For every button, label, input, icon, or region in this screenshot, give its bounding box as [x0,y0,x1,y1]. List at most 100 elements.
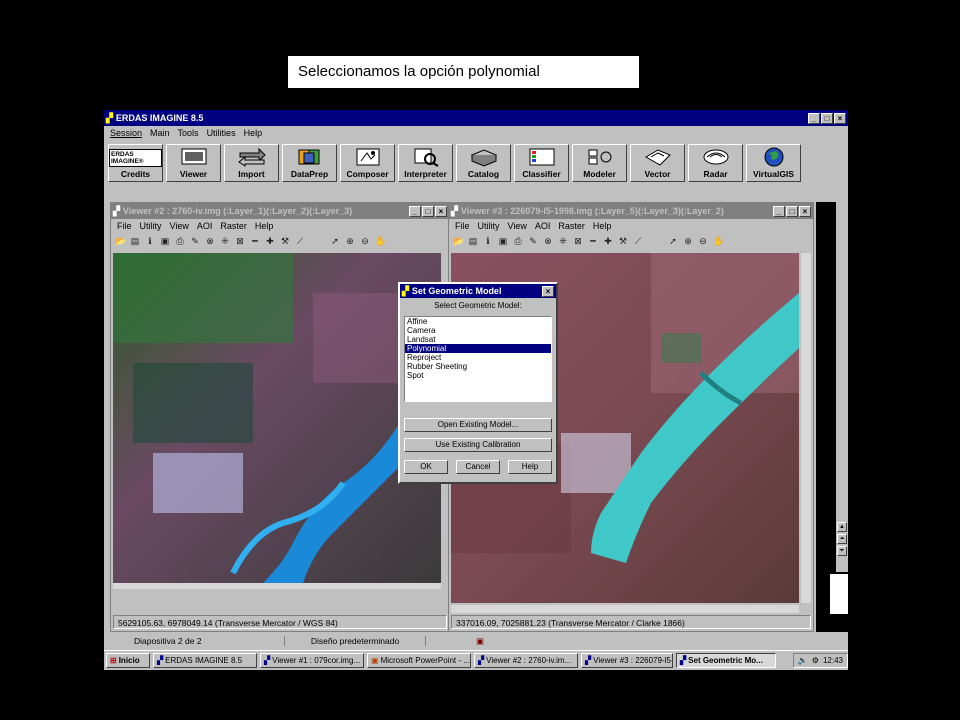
eraser-icon[interactable]: ✎ [528,236,538,246]
tool-composer[interactable]: Composer [340,144,395,182]
task-viewer2[interactable]: ▞ Viewer #2 : 2760-iv.im... [474,653,578,668]
fit-icon[interactable]: ⁜ [558,236,568,246]
folder-icon[interactable]: ▤ [130,236,140,246]
zoom-out-icon[interactable]: ⊖ [698,236,708,246]
model-option-spot[interactable]: Spot [405,371,551,380]
task-erdas[interactable]: ▞ ERDAS IMAGINE 8.5 [153,653,257,668]
viewer3-maximize-button[interactable]: □ [786,205,798,217]
pan-icon[interactable]: ✋ [713,236,724,246]
pan-icon[interactable]: ✋ [375,236,386,246]
viewer3-vscroll[interactable] [801,253,811,603]
viewer3-close-button[interactable]: × [799,205,811,217]
fit-icon[interactable]: ⁜ [220,236,230,246]
open-icon[interactable]: 📂 [453,236,464,246]
extent-icon[interactable]: ⊠ [235,236,245,246]
model-option-rubber-sheeting[interactable]: Rubber Sheeting [405,362,551,371]
model-option-camera[interactable]: Camera [405,326,551,335]
scroll-page-up-icon[interactable]: ⏶ [837,534,847,544]
folder-icon[interactable]: ▤ [468,236,478,246]
scroll-page-down-icon[interactable]: ⏷ [837,546,847,556]
menu-session[interactable]: Session [110,128,142,138]
viewer3-menu-help[interactable]: Help [593,221,612,231]
viewer2-menu-aoi[interactable]: AOI [197,221,213,231]
use-existing-calibration-button[interactable]: Use Existing Calibration [404,438,552,452]
hammer-icon[interactable]: ⚒ [618,236,628,246]
viewer2-close-button[interactable]: × [435,205,447,217]
open-icon[interactable]: 📂 [115,236,126,246]
tool-viewer[interactable]: Viewer [166,144,221,182]
zoom-out-icon[interactable]: ⊖ [360,236,370,246]
pointer-icon[interactable]: ➚ [668,236,678,246]
tool-vector[interactable]: Vector [630,144,685,182]
minimize-button[interactable]: _ [808,112,820,124]
menu-help[interactable]: Help [244,128,263,138]
info-icon[interactable]: ℹ [483,236,493,246]
eraser-icon[interactable]: ✎ [190,236,200,246]
close-button[interactable]: × [834,112,846,124]
model-option-polynomial[interactable]: Polynomial [405,344,551,353]
viewer2-menu-file[interactable]: File [117,221,132,231]
viewer2-hscroll[interactable] [113,583,441,589]
viewer2-menu-help[interactable]: Help [255,221,274,231]
layer-icon[interactable]: ⊗ [543,236,553,246]
menu-main[interactable]: Main [150,128,170,138]
tool-dataprep[interactable]: DataPrep [282,144,337,182]
hammer-icon[interactable]: ⚒ [280,236,290,246]
task-viewer3[interactable]: ▞ Viewer #3 : 226079-l5-... [581,653,673,668]
viewer2-menu-view[interactable]: View [170,221,189,231]
tool-credits[interactable]: ERDAS IMAGINE® Credits [108,144,163,182]
help-button[interactable]: Help [508,460,552,474]
tool-import[interactable]: Import [224,144,279,182]
volume-icon[interactable]: 🔈 [798,656,808,665]
menu-utilities[interactable]: Utilities [207,128,236,138]
tool-classifier[interactable]: Classifier [514,144,569,182]
print-icon[interactable]: ⎙ [175,236,185,246]
info-icon[interactable]: ℹ [145,236,155,246]
zoom-in-icon[interactable]: ⊕ [345,236,355,246]
viewer3-menu-file[interactable]: File [455,221,470,231]
viewer3-menu-aoi[interactable]: AOI [535,221,551,231]
zoom-in-icon[interactable]: ⊕ [683,236,693,246]
crosshair-icon[interactable]: ✚ [265,236,275,246]
viewer3-hscroll[interactable] [451,605,799,613]
viewer2-menu-raster[interactable]: Raster [220,221,247,231]
viewer3-minimize-button[interactable]: _ [773,205,785,217]
pointer-icon[interactable]: ➚ [330,236,340,246]
ppt-vscroll[interactable]: ▲ ⏶ ⏷ [836,202,848,572]
layer-icon[interactable]: ⊗ [205,236,215,246]
viewer3-menu-utility[interactable]: Utility [478,221,500,231]
profile-icon[interactable]: ⟋ [295,236,305,246]
open-existing-model-button[interactable]: Open Existing Model... [404,418,552,432]
dialog-close-button[interactable]: × [542,285,554,297]
tool-catalog[interactable]: Catalog [456,144,511,182]
tool-interpreter[interactable]: Interpreter [398,144,453,182]
viewer2-maximize-button[interactable]: □ [422,205,434,217]
save-icon[interactable]: ▣ [160,236,170,246]
extent-icon[interactable]: ⊠ [573,236,583,246]
start-button[interactable]: ⊞ Inicio [106,653,150,668]
viewer2-menu-utility[interactable]: Utility [140,221,162,231]
maximize-button[interactable]: □ [821,112,833,124]
scroll-up-icon[interactable]: ▲ [837,522,847,532]
menu-tools[interactable]: Tools [178,128,199,138]
ok-button[interactable]: OK [404,460,448,474]
model-option-reproject[interactable]: Reproject [405,353,551,362]
profile-icon[interactable]: ⟋ [633,236,643,246]
tool-modeler[interactable]: Modeler [572,144,627,182]
viewer3-menu-raster[interactable]: Raster [558,221,585,231]
tool-radar[interactable]: Radar [688,144,743,182]
task-powerpoint[interactable]: ▣ Microsoft PowerPoint - ... [367,653,471,668]
tray-app-icon[interactable]: ⚙ [812,656,819,665]
model-option-landsat[interactable]: Landsat [405,335,551,344]
tool-virtualgis[interactable]: VirtualGIS [746,144,801,182]
task-viewer1[interactable]: ▞ Viewer #1 : 079cor.img... [260,653,364,668]
cancel-button[interactable]: Cancel [456,460,500,474]
viewer2-image[interactable] [113,253,441,583]
viewer2-minimize-button[interactable]: _ [409,205,421,217]
measure-icon[interactable]: ━ [250,236,260,246]
print-icon[interactable]: ⎙ [513,236,523,246]
save-icon[interactable]: ▣ [498,236,508,246]
crosshair-icon[interactable]: ✚ [603,236,613,246]
model-listbox[interactable]: Affine Camera Landsat Polynomial Reproject Ru… [404,316,552,402]
measure-icon[interactable]: ━ [588,236,598,246]
